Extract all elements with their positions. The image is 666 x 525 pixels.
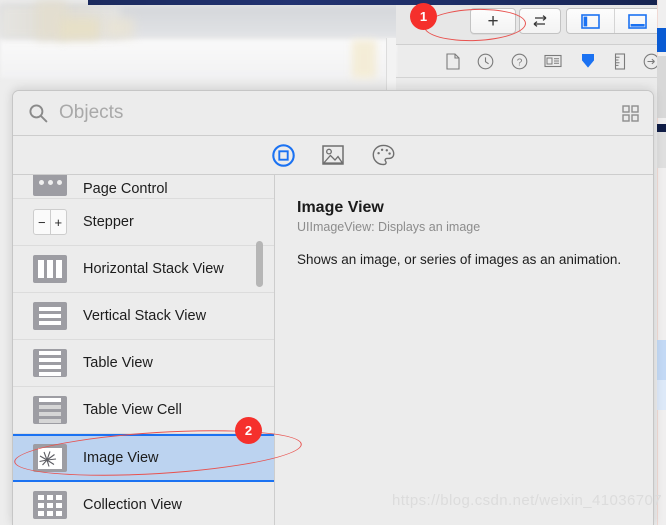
table-view-cell-icon [31, 395, 69, 425]
grid-view-icon[interactable] [621, 104, 639, 122]
media-library-tab[interactable] [320, 142, 346, 168]
size-inspector-ruler-icon[interactable] [614, 52, 626, 70]
color-library-tab[interactable] [370, 142, 396, 168]
list-item-horizontal-stack-view[interactable]: Horizontal Stack View [13, 246, 274, 293]
detail-title: Image View [297, 199, 384, 216]
list-item-label: Vertical Stack View [83, 308, 207, 324]
vertical-stack-icon [31, 301, 69, 331]
plus-icon: + [487, 10, 499, 32]
list-item-label: Table View [83, 355, 153, 371]
object-list-scrollbar-thumb[interactable] [256, 241, 263, 287]
identity-inspector-icon[interactable] [544, 54, 563, 68]
list-item-stepper[interactable]: − + Stepper [13, 199, 274, 246]
list-item-page-control[interactable]: Page Control [13, 175, 274, 199]
list-item-image-view[interactable]: Image View [13, 434, 274, 482]
stepper-icon: − + [31, 207, 69, 237]
edge-dark-block [657, 124, 666, 132]
list-item-label: Page Control [83, 181, 168, 197]
library-search-bar [13, 91, 653, 136]
toggle-bottom-panel-button[interactable] [613, 9, 662, 33]
list-item-label: Image View [83, 450, 159, 466]
list-item-label: Table View Cell [83, 402, 182, 418]
background-tint-b [60, 18, 100, 40]
table-view-icon [31, 348, 69, 378]
collection-view-icon [31, 490, 69, 520]
list-item-label: Collection View [83, 497, 182, 513]
edge-gray-block-1 [657, 56, 666, 118]
search-input[interactable] [59, 102, 621, 124]
library-body: Page Control − + Stepper Horizontal Stack… [13, 175, 653, 525]
swap-editor-button[interactable] [519, 8, 561, 34]
list-item-table-view-cell[interactable]: Table View Cell [13, 387, 274, 434]
detail-description: Shows an image, or series of images as a… [297, 252, 622, 267]
background-tint-d [352, 40, 376, 78]
horizontal-stack-icon [31, 254, 69, 284]
detail-subtitle: UIImageView: Displays an image [297, 220, 481, 234]
panel-toggle-group [566, 8, 662, 34]
objects-library-tab[interactable] [270, 142, 296, 168]
object-list-scrollbar[interactable] [256, 175, 269, 525]
object-list[interactable]: Page Control − + Stepper Horizontal Stack… [13, 175, 275, 525]
help-inspector-icon[interactable]: ? [511, 53, 528, 70]
svg-text:?: ? [516, 57, 522, 68]
edge-blue-block [657, 28, 666, 52]
left-right-arrow-icon [533, 14, 547, 27]
add-button[interactable]: + [470, 8, 516, 34]
quick-help-clock-icon[interactable] [477, 53, 494, 70]
library-segment-tabs [13, 136, 653, 175]
left-panel-toggle-icon [580, 13, 600, 29]
toggle-left-panel-button[interactable] [567, 9, 614, 33]
list-item-vertical-stack-view[interactable]: Vertical Stack View [13, 293, 274, 340]
file-inspector-icon[interactable] [446, 52, 460, 70]
attributes-inspector-icon[interactable] [579, 52, 597, 70]
right-edge-strip [657, 0, 666, 525]
image-view-icon [31, 443, 69, 473]
search-icon [27, 102, 49, 124]
list-item-label: Horizontal Stack View [83, 261, 224, 277]
object-library-popover: Page Control −+ Stepper Horizontal Stack… [12, 90, 654, 525]
background-white-sheet [0, 38, 396, 78]
toolbar-lower-strip [396, 77, 666, 87]
list-item-label: Stepper [83, 214, 134, 230]
inspector-tab-bar: ? [440, 45, 666, 77]
edge-light-blue-block [657, 340, 666, 380]
edge-gray-block-2 [657, 132, 666, 168]
bottom-panel-toggle-icon [628, 13, 648, 29]
background-tint-c [106, 18, 134, 38]
list-item-collection-view[interactable]: Collection View [13, 482, 274, 525]
page-control-icon [31, 175, 69, 197]
object-detail-panel: Image View UIImageView: Displays an imag… [275, 175, 653, 525]
edge-light-blue-block-2 [657, 380, 666, 410]
list-item-table-view[interactable]: Table View [13, 340, 274, 387]
